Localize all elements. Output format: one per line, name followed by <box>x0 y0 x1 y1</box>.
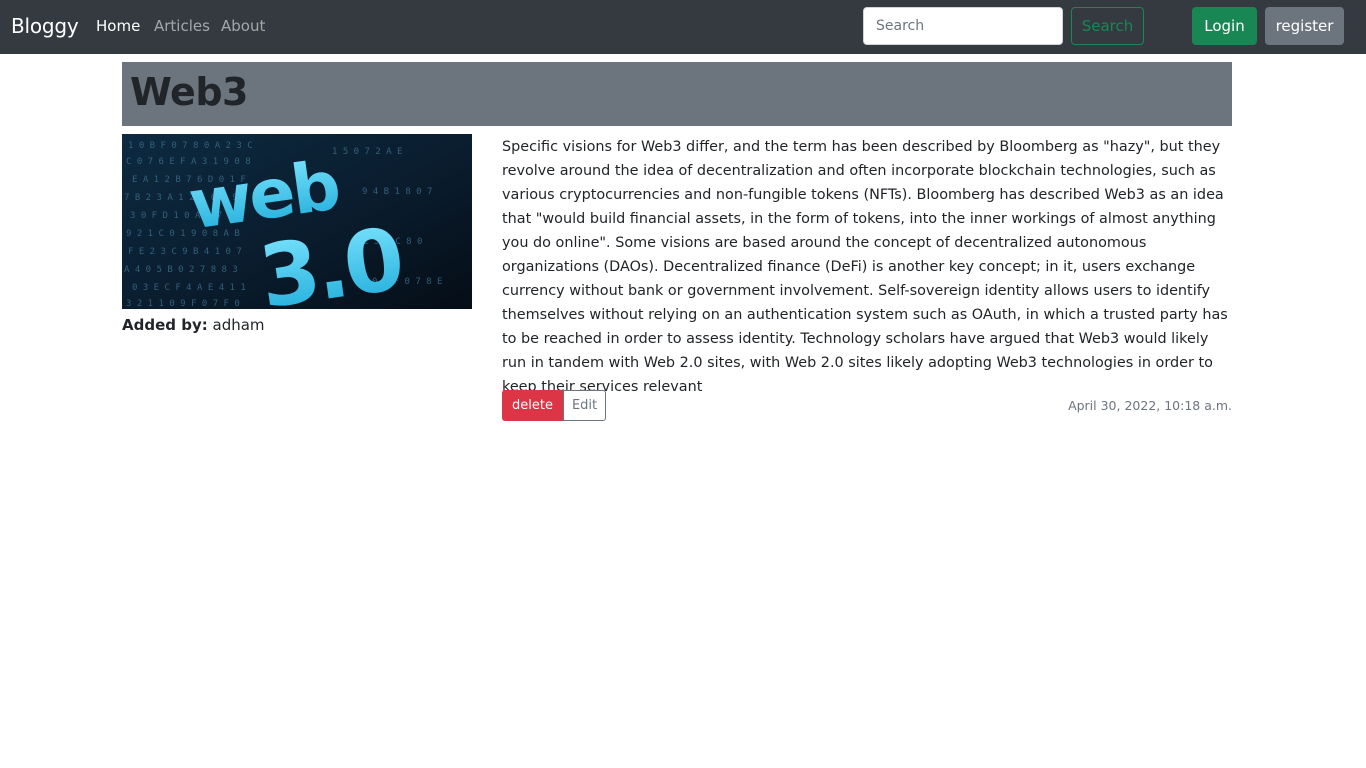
nav-link-home[interactable]: Home <box>96 17 140 35</box>
delete-button[interactable]: delete <box>502 390 563 421</box>
svg-text:A 4 0 5 B 0 2 7 8 8 3: A 4 0 5 B 0 2 7 8 8 3 <box>124 265 238 275</box>
search-button[interactable]: Search <box>1071 7 1144 45</box>
register-button[interactable]: register <box>1265 7 1344 45</box>
search-input[interactable] <box>863 7 1063 45</box>
added-by: Added by: adham <box>122 316 265 334</box>
article-image: 1 0 B F 0 7 8 0 A 2 3 C C 0 7 6 E F A 3 … <box>122 134 472 309</box>
nav-link-articles[interactable]: Articles <box>154 17 210 35</box>
svg-text:F E 2 3 C 9 B 4 1 0 7: F E 2 3 C 9 B 4 1 0 7 <box>128 247 242 257</box>
svg-text:0 3 E C F 4 A E 4 1 1: 0 3 E C F 4 A E 4 1 1 <box>132 283 246 293</box>
svg-text:3 2 1 1 0 9 F 0 7 F 0: 3 2 1 1 0 9 F 0 7 F 0 <box>126 299 240 309</box>
article-body: Specific visions for Web3 differ, and th… <box>502 139 1228 395</box>
login-button[interactable]: Login <box>1192 7 1257 45</box>
svg-text:1 5 0 7 2 A E: 1 5 0 7 2 A E <box>332 147 402 157</box>
article-title-bar: Web3 <box>122 62 1232 126</box>
added-by-label: Added by: <box>122 316 208 334</box>
svg-text:1 0 B F 0 7 8 0 A 2 3 C: 1 0 B F 0 7 8 0 A 2 3 C <box>128 141 253 151</box>
nav-link-about[interactable]: About <box>221 17 265 35</box>
article-actions: delete Edit <box>502 390 607 421</box>
web3-graphic: 1 0 B F 0 7 8 0 A 2 3 C C 0 7 6 E F A 3 … <box>122 134 472 309</box>
article-title: Web3 <box>130 70 248 114</box>
brand-logo[interactable]: Bloggy <box>11 14 79 38</box>
article-timestamp: April 30, 2022, 10:18 a.m. <box>1068 398 1232 413</box>
top-navbar: Bloggy Home Articles About Search Login … <box>0 0 1366 54</box>
svg-text:9 4 B 1 8 0 7: 9 4 B 1 8 0 7 <box>362 187 432 197</box>
author-name: adham <box>212 316 265 334</box>
edit-button[interactable]: Edit <box>562 390 607 421</box>
